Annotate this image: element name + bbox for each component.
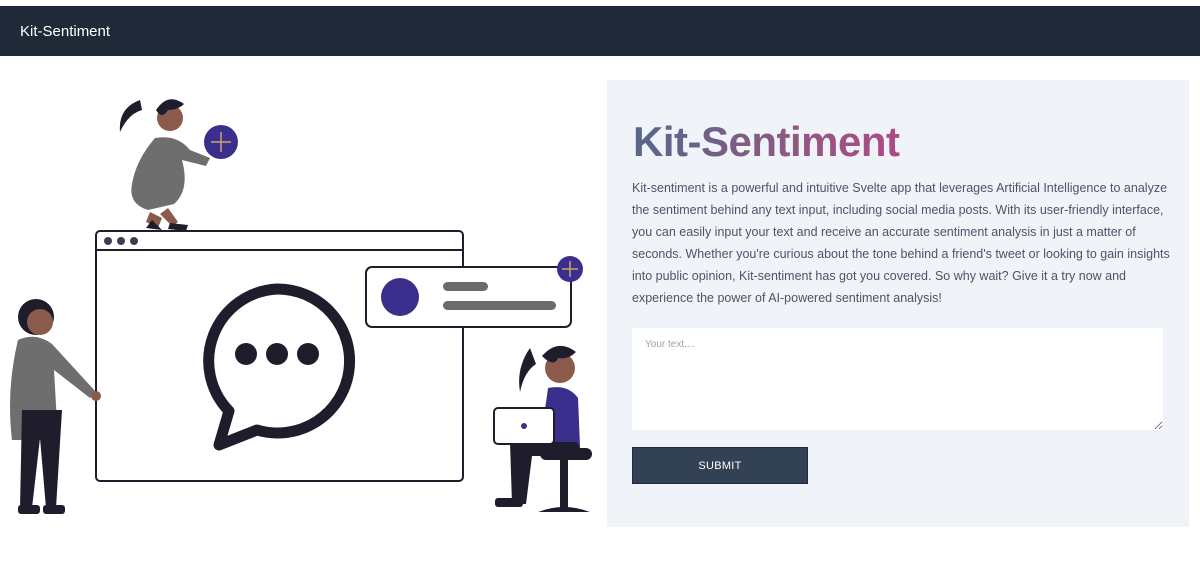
- sentiment-text-input[interactable]: [632, 328, 1163, 430]
- people-chat-illustration: [10, 99, 592, 514]
- window-dots-icon: [104, 237, 138, 245]
- person-sitting-graphic: [493, 345, 592, 512]
- page-title: Kit-Sentiment: [633, 118, 900, 165]
- hero-illustration: [0, 80, 600, 530]
- hero-panel: Kit-Sentiment Kit-sentiment is a powerfu…: [607, 80, 1189, 527]
- plus-icon: [557, 256, 583, 282]
- person-crouching-graphic: [119, 99, 210, 231]
- navbar: Kit-Sentiment: [0, 6, 1200, 56]
- app-description: Kit-sentiment is a powerful and intuitiv…: [632, 181, 1170, 305]
- avatar-circle-icon: [381, 278, 419, 316]
- message-card-graphic: [365, 266, 572, 328]
- submit-button[interactable]: SUBMIT: [632, 447, 808, 484]
- plus-icon: [204, 125, 238, 159]
- navbar-brand[interactable]: Kit-Sentiment: [20, 23, 110, 40]
- person-standing-graphic: [10, 299, 101, 514]
